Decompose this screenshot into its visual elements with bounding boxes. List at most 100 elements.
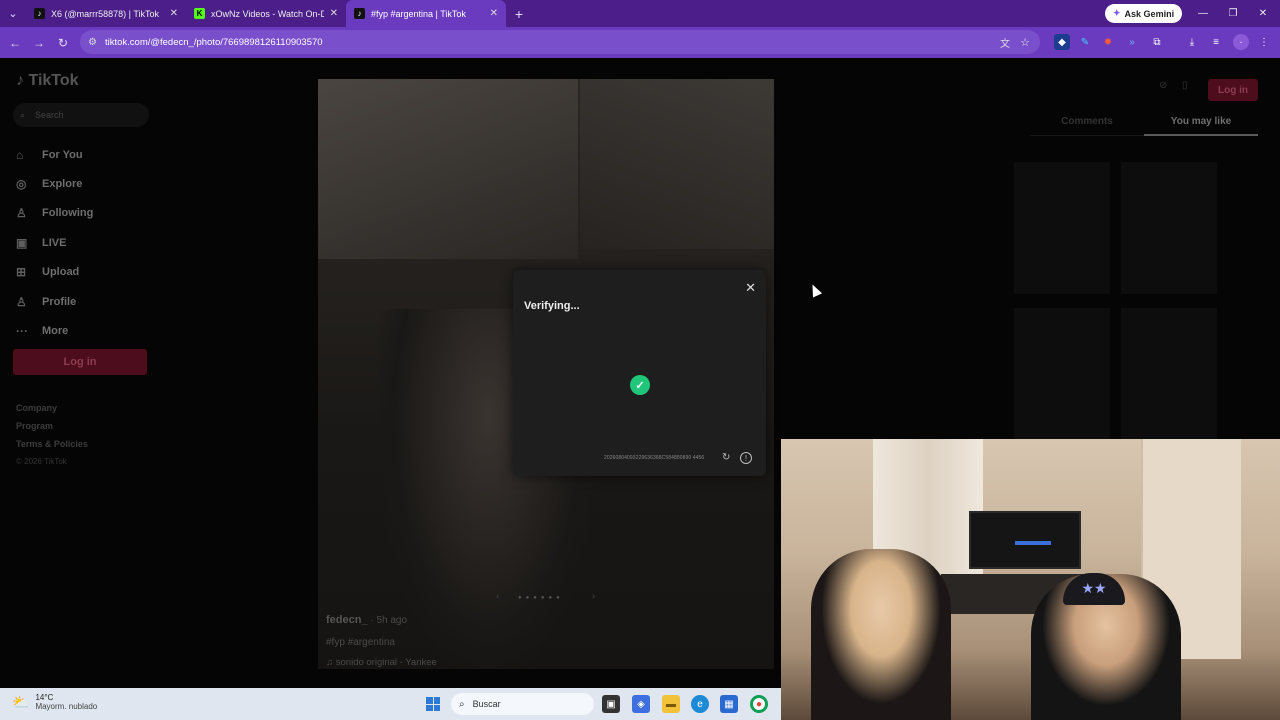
restore-icon[interactable]: ❐ bbox=[1218, 0, 1248, 27]
compass-icon: ◎ bbox=[16, 177, 27, 192]
sidebar-item-label: More bbox=[42, 325, 69, 338]
tab-you-may-like[interactable]: You may like bbox=[1144, 108, 1258, 136]
photo-background bbox=[580, 79, 774, 249]
minimize-icon[interactable]: — bbox=[1188, 0, 1218, 27]
sidebar-item-upload[interactable]: ⊞ Upload bbox=[16, 258, 93, 287]
suggested-thumbnail[interactable] bbox=[1014, 162, 1110, 294]
refresh-icon[interactable]: ↻ bbox=[722, 452, 730, 463]
webcam-person-left bbox=[811, 549, 951, 720]
top-login-button[interactable]: Log in bbox=[1208, 79, 1258, 101]
back-icon[interactable]: ← bbox=[3, 36, 27, 50]
chevron-left-icon[interactable]: ‹ bbox=[496, 591, 499, 602]
search-icon: ⌕ bbox=[20, 109, 26, 120]
verification-modal: Verifying... ✕ ✓ 20260804093229636368C58… bbox=[513, 270, 766, 476]
weather-widget[interactable]: ⛅ 14°C Mayorm. nublado bbox=[12, 693, 97, 711]
reading-list-icon[interactable]: ≡ bbox=[1208, 34, 1224, 50]
plus-square-icon: ⊞ bbox=[16, 265, 27, 280]
coin-icon[interactable]: ⊘ bbox=[1159, 80, 1167, 91]
sidebar-item-label: Following bbox=[42, 207, 94, 220]
post-username[interactable]: fedecn_ bbox=[326, 614, 368, 626]
ask-gemini-button[interactable]: ✦ Ask Gemini bbox=[1105, 4, 1183, 23]
info-icon[interactable]: ! bbox=[740, 452, 752, 464]
footer-link-program[interactable]: Program bbox=[16, 421, 88, 439]
sidebar-nav: ⌂ For You ◎ Explore ♙ Following ▣ LIVE ⊞ Uplo… bbox=[16, 140, 93, 346]
chrome-icon[interactable]: ● bbox=[750, 695, 768, 713]
close-icon[interactable]: ✕ bbox=[330, 8, 338, 19]
sidebar-item-profile[interactable]: ♙ Profile bbox=[16, 287, 93, 316]
browser-tab-3[interactable]: ♪ #fyp #argentina | TikTok ✕ bbox=[346, 0, 506, 27]
tab-comments[interactable]: Comments bbox=[1030, 108, 1144, 136]
sidebar-item-label: LIVE bbox=[42, 236, 67, 249]
extension-shield-icon[interactable]: ◆ bbox=[1054, 34, 1070, 50]
tab-title: xOwNz Videos - Watch On-Der bbox=[211, 8, 324, 19]
file-explorer-icon[interactable]: ▬ bbox=[662, 695, 680, 713]
window-close-icon[interactable]: ✕ bbox=[1248, 0, 1278, 27]
photo-background bbox=[318, 79, 578, 259]
extension-wave-icon[interactable]: » bbox=[1124, 34, 1140, 50]
sidebar-item-more[interactable]: ··· More bbox=[16, 316, 93, 345]
tab-title: #fyp #argentina | TikTok bbox=[371, 8, 466, 19]
edge-browser-icon[interactable]: e bbox=[691, 695, 709, 713]
close-icon[interactable]: ✕ bbox=[490, 8, 498, 19]
chevron-right-icon[interactable]: › bbox=[592, 591, 595, 602]
sidebar-item-live[interactable]: ▣ LIVE bbox=[16, 228, 93, 257]
profile-avatar-icon[interactable]: · bbox=[1233, 34, 1249, 50]
sidebar-item-following[interactable]: ♙ Following bbox=[16, 199, 93, 228]
browser-menu-icon[interactable]: ⋮ bbox=[1256, 34, 1272, 50]
weather-temperature: 14°C bbox=[35, 693, 54, 702]
sidebar-item-explore[interactable]: ◎ Explore bbox=[16, 169, 93, 198]
suggested-thumbnail[interactable] bbox=[1014, 308, 1110, 440]
store-icon[interactable]: ▦ bbox=[720, 695, 738, 713]
verification-token: 20260804093229636368C584880890 4456 bbox=[604, 455, 705, 461]
footer-links: Company Program Terms & Policies © 2026 … bbox=[16, 403, 88, 475]
browser-tab-1[interactable]: ♪ X6 (@marrr58878) | TikTok ✕ bbox=[26, 0, 186, 27]
sidebar-item-label: Explore bbox=[42, 178, 83, 191]
extensions-puzzle-icon[interactable]: ⧉ bbox=[1149, 34, 1165, 50]
close-icon[interactable]: ✕ bbox=[745, 280, 756, 296]
new-tab-icon[interactable]: + bbox=[506, 6, 532, 22]
tab-title: X6 (@marrr58878) | TikTok bbox=[51, 8, 160, 19]
download-icon[interactable]: ⤓ bbox=[1184, 34, 1200, 50]
browser-tab-2[interactable]: K xOwNz Videos - Watch On-Der ✕ bbox=[186, 0, 346, 27]
translate-icon[interactable]: 文 bbox=[1000, 35, 1010, 50]
reload-icon[interactable]: ↻ bbox=[51, 36, 75, 50]
user-icon: ♙ bbox=[16, 206, 27, 221]
footer-link-company[interactable]: Company bbox=[16, 403, 88, 421]
tiktok-icon: ♪ bbox=[34, 8, 45, 19]
post-author: fedecn_ · 5h ago bbox=[326, 614, 408, 626]
tiktok-logo[interactable]: ♪ TikTok bbox=[16, 72, 79, 90]
forward-icon[interactable]: → bbox=[27, 36, 51, 50]
carousel-dots: ●●●●●● bbox=[518, 595, 564, 601]
logo-text: TikTok bbox=[28, 72, 79, 89]
modal-title: Verifying... bbox=[524, 300, 580, 312]
close-icon[interactable]: ✕ bbox=[170, 8, 178, 19]
music-note-icon: ♫ bbox=[326, 657, 334, 668]
extension-translate-icon[interactable]: ✎ bbox=[1077, 34, 1093, 50]
task-view-icon[interactable]: ▣ bbox=[602, 695, 620, 713]
search-icon: ⌕ bbox=[459, 698, 465, 710]
suggested-thumbnail[interactable] bbox=[1121, 162, 1217, 294]
login-button[interactable]: Log in bbox=[13, 349, 147, 375]
taskbar-search[interactable]: ⌕ Buscar bbox=[451, 693, 594, 715]
live-icon: ▣ bbox=[16, 235, 28, 250]
site-settings-icon[interactable]: ⚙ bbox=[88, 37, 97, 48]
device-icon[interactable]: ▯ bbox=[1182, 80, 1188, 91]
address-bar[interactable]: ⚙ tiktok.com/@fedecn_/photo/766989812611… bbox=[80, 30, 1040, 54]
bookmark-star-icon[interactable]: ☆ bbox=[1020, 36, 1030, 49]
sidebar-item-label: Upload bbox=[42, 266, 80, 279]
extension-flame-icon[interactable]: ✹ bbox=[1100, 34, 1116, 50]
widgets-app-icon[interactable]: ◈ bbox=[632, 695, 650, 713]
webcam-overlay: ★★ bbox=[781, 439, 1280, 720]
more-dots-icon: ··· bbox=[16, 324, 28, 339]
post-sound[interactable]: ♫ sonido original - Yankee bbox=[326, 657, 437, 668]
search-input[interactable]: ⌕ Search bbox=[13, 103, 149, 127]
suggested-thumbnail[interactable] bbox=[1121, 308, 1217, 440]
sidebar-item-for-you[interactable]: ⌂ For You bbox=[16, 140, 93, 169]
post-hashtags[interactable]: #fyp #argentina bbox=[326, 637, 395, 648]
taskbar: ⛅ 14°C Mayorm. nublado ⌕ Buscar ▣ ◈ ▬ e … bbox=[0, 688, 781, 720]
tab-search-icon[interactable]: ⌄ bbox=[0, 7, 26, 20]
partly-cloudy-icon: ⛅ bbox=[12, 693, 30, 710]
windows-start-icon[interactable] bbox=[426, 697, 440, 711]
side-panel-tabs: Comments You may like bbox=[1030, 108, 1258, 136]
footer-link-terms[interactable]: Terms & Policies bbox=[16, 439, 88, 457]
